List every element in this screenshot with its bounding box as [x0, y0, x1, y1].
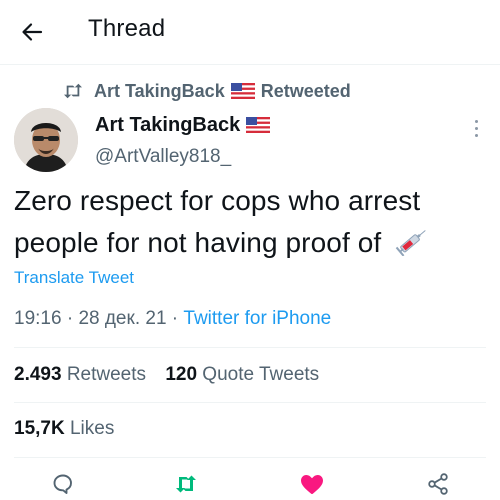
- page-title: Thread: [88, 15, 166, 42]
- reply-icon: [53, 474, 72, 494]
- like-button[interactable]: [298, 470, 326, 498]
- heart-icon: [301, 475, 323, 494]
- quote-tweets-count: 120: [165, 364, 198, 385]
- us-flag-emoji: [246, 117, 271, 133]
- quote-tweets-stat[interactable]: 120 Quote Tweets: [165, 364, 319, 385]
- tweet-meta: 19:16 · 28 дек. 21 · Twitter for iPhone: [14, 308, 331, 330]
- us-flag-emoji: [230, 83, 255, 99]
- tweet-time[interactable]: 19:16: [14, 308, 62, 329]
- tweet-source-link[interactable]: Twitter for iPhone: [183, 308, 331, 329]
- retweets-label: Retweets: [66, 364, 147, 385]
- retweeter-name: Art TakingBack: [94, 80, 225, 101]
- likes-count: 15,7K: [14, 418, 65, 439]
- more-dot: [474, 126, 478, 130]
- divider: [14, 402, 486, 403]
- share-icon: [428, 473, 448, 495]
- retweeted-label: Retweeted: [260, 80, 351, 101]
- avatar[interactable]: [14, 108, 78, 172]
- tweet-text: Zero respect for cops who arrest people …: [14, 180, 484, 264]
- more-options-button[interactable]: [468, 116, 484, 140]
- tweet-date[interactable]: 28 дек. 21: [78, 308, 166, 329]
- thread-header: Thread: [0, 0, 500, 65]
- more-dot: [474, 119, 478, 123]
- author-name: Art TakingBack: [95, 113, 241, 136]
- quote-tweets-label: Quote Tweets: [202, 364, 320, 385]
- tweet-action-bar: [0, 468, 500, 500]
- more-dot: [474, 133, 478, 137]
- meta-separator: ·: [66, 308, 74, 329]
- retweet-context[interactable]: Art TakingBack Retweeted: [62, 79, 351, 103]
- likes-label: Likes: [69, 418, 115, 439]
- tweet-body: Zero respect for cops who arrest people …: [14, 185, 421, 258]
- divider: [14, 457, 486, 458]
- author-handle[interactable]: @ArtValley818_: [95, 146, 231, 168]
- stats-row: 2.493 Retweets 120 Quote Tweets: [14, 364, 319, 386]
- meta-separator: ·: [171, 308, 179, 329]
- retweet-icon: [176, 475, 196, 493]
- arrow-left-icon: [22, 23, 43, 41]
- retweet-icon: [64, 83, 82, 99]
- retweet-button[interactable]: [172, 470, 200, 498]
- syringe-emoji: [395, 230, 426, 256]
- reply-button[interactable]: [49, 470, 77, 498]
- divider: [14, 347, 486, 348]
- retweets-stat[interactable]: 2.493 Retweets: [14, 364, 146, 385]
- likes-stat[interactable]: 15,7K Likes: [14, 418, 114, 440]
- translate-tweet-link[interactable]: Translate Tweet: [14, 268, 134, 288]
- author-name-row[interactable]: Art TakingBack: [95, 111, 276, 139]
- retweets-count: 2.493: [14, 364, 62, 385]
- avatar-image: [14, 108, 78, 172]
- share-button[interactable]: [424, 470, 452, 498]
- back-button[interactable]: [14, 14, 50, 50]
